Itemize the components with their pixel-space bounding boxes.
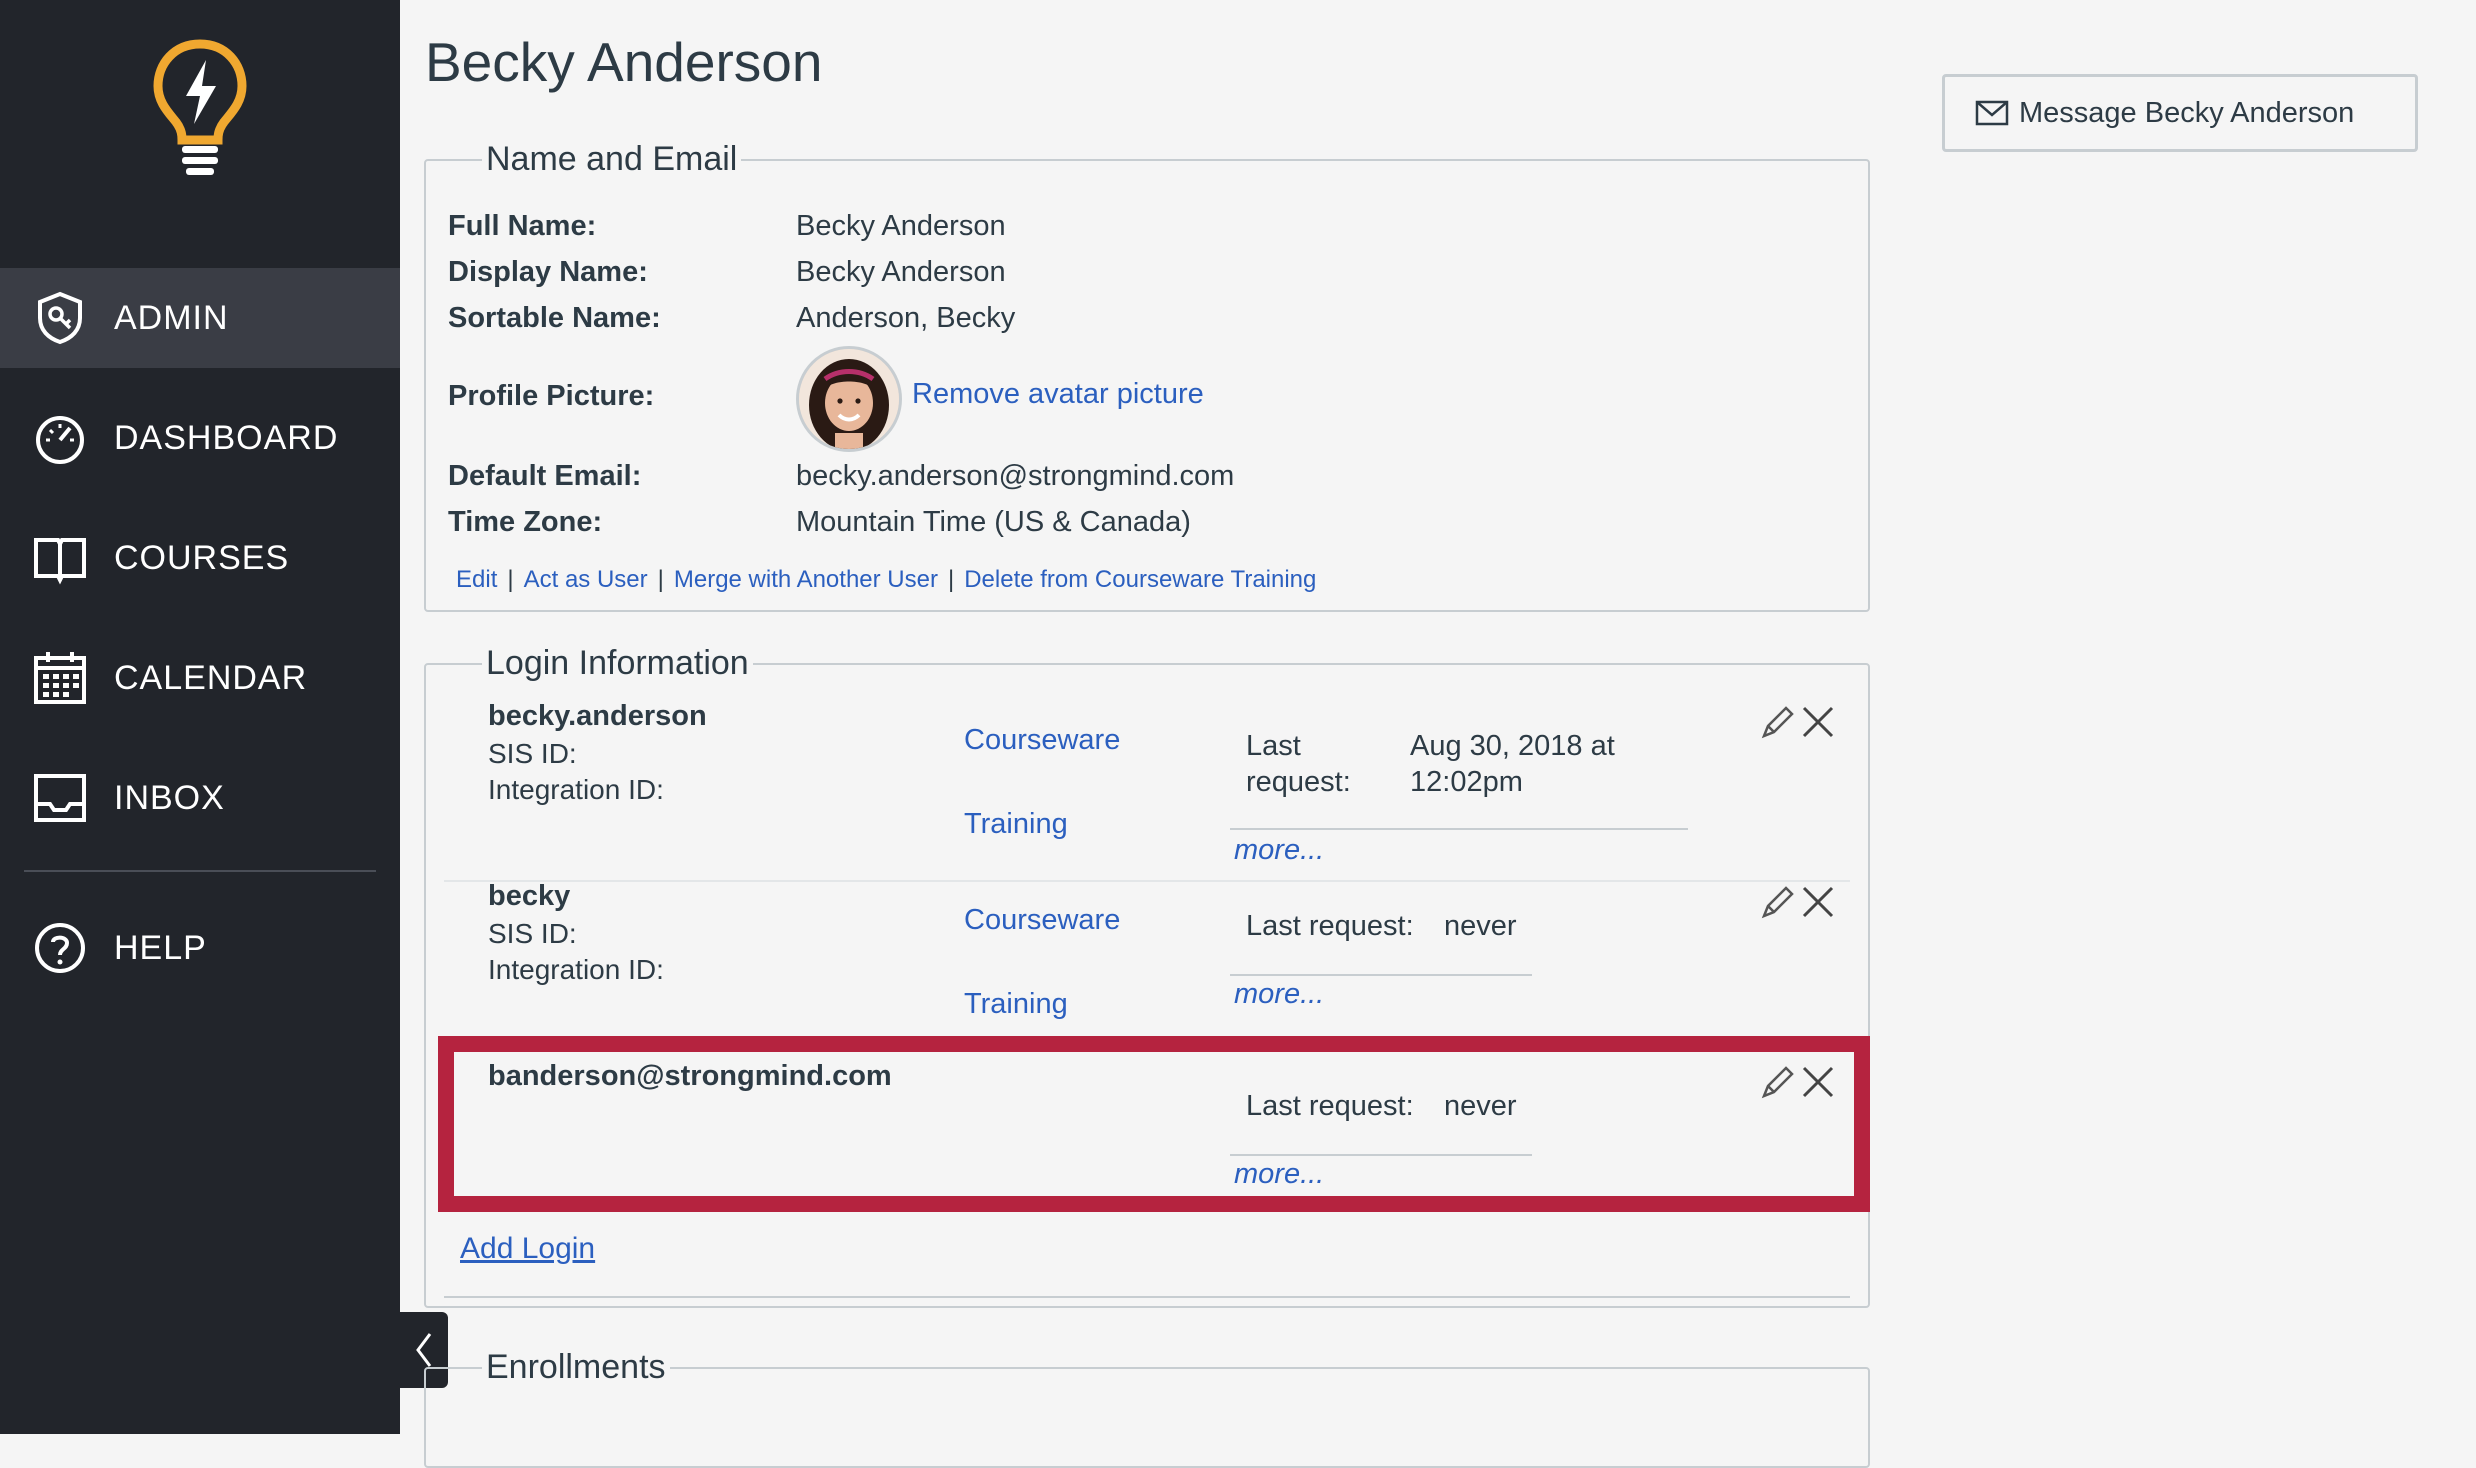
inbox-icon [34,774,86,822]
field-label: Full Name: [448,210,597,242]
field-label: Sortable Name: [448,302,661,334]
user-action-links: Edit | Act as User | Merge with Another User… [456,566,1316,594]
field-label: Default Email: [448,460,642,492]
field-value: becky.anderson@strongmind.com [796,460,1235,492]
last-request-value: never [1444,910,1517,942]
nav-item-courses[interactable]: COURSES [0,508,400,608]
divider [1230,828,1688,830]
nav-label-calendar: CALENDAR [114,658,308,697]
nav-item-calendar[interactable]: CALENDAR [0,628,400,728]
field-value: Anderson, Becky [796,302,1016,334]
nav-label-dashboard: DASHBOARD [114,418,339,457]
nav-item-inbox[interactable]: INBOX [0,748,400,848]
act-as-user-link[interactable]: Act as User [524,566,648,593]
envelope-icon [1975,100,2009,126]
field-label: Time Zone: [448,506,603,538]
remove-avatar-link[interactable]: Remove avatar picture [912,378,1204,411]
lightbulb-logo-icon[interactable] [150,38,250,178]
name-email-legend: Name and Email [486,140,738,178]
field-label: Display Name: [448,256,648,288]
name-email-panel: Name and Email [424,140,1870,612]
enrollments-panel: Enrollments [424,1348,1870,1468]
login-row-actions [1760,882,1840,922]
login-row: becky SIS ID: Integration ID: Courseware… [444,880,1850,1036]
calendar-icon [34,652,86,704]
pencil-icon[interactable] [1760,704,1796,740]
last-request-label: Last [1246,730,1301,762]
nav-label-courses: COURSES [114,538,290,577]
nav-item-admin[interactable]: ADMIN [0,268,400,368]
more-link[interactable]: more... [1234,834,1324,867]
login-info-legend: Login Information [486,644,749,682]
login-integration-id: Integration ID: [488,774,664,805]
nav-label-inbox: INBOX [114,778,225,817]
delete-user-link[interactable]: Delete from Courseware Training [964,566,1316,593]
merge-user-link[interactable]: Merge with Another User [674,566,938,593]
login-account-link[interactable]: Courseware [964,904,1120,937]
login-username: becky.anderson [488,700,707,732]
login-sis-id: SIS ID: [488,918,577,949]
login-sis-id: SIS ID: [488,738,577,769]
login-account-link[interactable]: Courseware [964,724,1120,757]
nav-item-help[interactable]: HELP [0,898,400,998]
divider [444,1296,1850,1298]
close-icon[interactable] [1800,884,1836,920]
global-nav-sidebar: ADMIN DASHBOARD COURSES CALENDAR INBOX H… [0,0,400,1434]
enrollments-legend: Enrollments [486,1348,666,1386]
nav-divider [24,870,376,872]
last-request-value: Aug 30, 2018 at [1410,730,1615,762]
shield-key-icon [38,291,82,345]
login-integration-id: Integration ID: [488,954,664,985]
login-account-link-cont[interactable]: Training [964,808,1068,841]
pencil-icon[interactable] [1760,884,1796,920]
field-label: Profile Picture: [448,380,655,412]
message-user-button[interactable]: Message Becky Anderson [1942,74,2418,152]
add-login-link[interactable]: Add Login [460,1232,595,1266]
highlight-box [438,1036,1870,1212]
page-title: Becky Anderson [425,31,823,93]
separator: | [657,566,664,593]
nav-label-admin: ADMIN [114,298,229,337]
more-link[interactable]: more... [1234,978,1324,1011]
edit-user-link[interactable]: Edit [456,566,497,593]
book-icon [34,538,86,585]
login-row-actions [1760,702,1840,742]
divider [1230,974,1532,976]
login-row: becky.anderson SIS ID: Integration ID: C… [444,700,1850,880]
speedometer-icon [36,416,84,464]
field-value: Becky Anderson [796,256,1006,288]
separator: | [947,566,955,593]
message-button-label: Message Becky Anderson [2019,96,2355,129]
nav-item-dashboard[interactable]: DASHBOARD [0,388,400,488]
login-username: becky [488,880,571,912]
nav-label-help: HELP [114,928,207,967]
scrollbar[interactable] [2460,0,2476,1434]
field-value: Mountain Time (US & Canada) [796,506,1191,538]
field-value: Becky Anderson [796,210,1006,242]
last-request-label-cont: request: [1246,766,1351,798]
help-icon [35,923,85,973]
close-icon[interactable] [1800,704,1836,740]
avatar [796,346,902,452]
last-request-label: Last request: [1246,910,1414,942]
separator: | [507,566,514,593]
login-account-link-cont[interactable]: Training [964,988,1068,1021]
last-request-value-cont: 12:02pm [1410,766,1523,798]
